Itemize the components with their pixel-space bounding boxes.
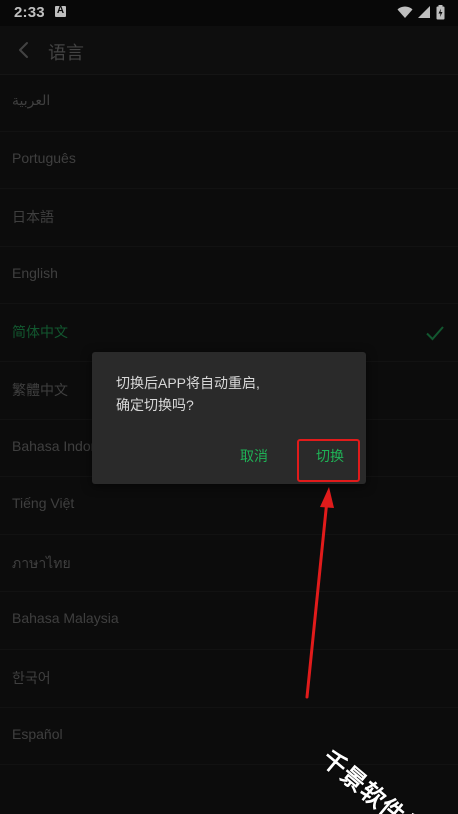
screen: 2:33 A 语言 العربية Português 日本語 English …: [0, 0, 458, 814]
red-arrow-annotation: [305, 487, 334, 699]
